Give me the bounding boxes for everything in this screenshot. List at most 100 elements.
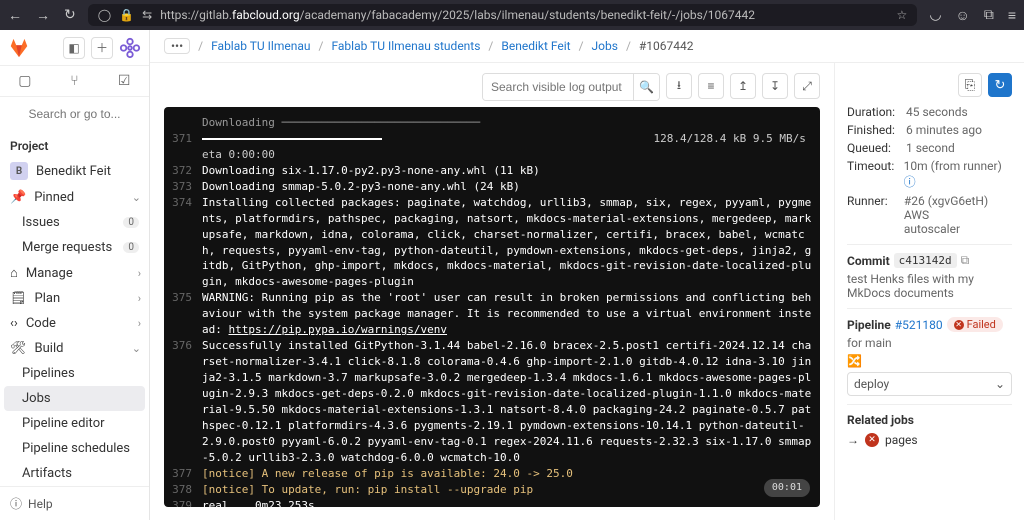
log-line: real 0m23.253s bbox=[202, 498, 820, 508]
section-duration-pill: 00:01 bbox=[764, 479, 810, 498]
rail-tab-todo-icon[interactable]: ☑ bbox=[99, 66, 149, 96]
menu-icon[interactable]: ≡ bbox=[1008, 7, 1016, 24]
nav-pipelines-label: Pipelines bbox=[22, 366, 75, 381]
pocket-icon[interactable]: ◡ bbox=[929, 7, 941, 24]
nav-back-icon[interactable]: ← bbox=[8, 7, 22, 24]
merge-train-icon: 🔀 bbox=[847, 354, 1012, 368]
gitlab-logo-icon[interactable] bbox=[8, 37, 30, 59]
chevron-right-icon: › bbox=[138, 267, 141, 280]
scroll-bottom-icon[interactable]: ↧ bbox=[762, 73, 788, 99]
runner-label: Runner: bbox=[847, 194, 900, 236]
log-search-input[interactable] bbox=[483, 74, 633, 100]
new-issue-icon[interactable]: ⎘ bbox=[958, 73, 982, 97]
nav-pipeline-editor[interactable]: Pipeline editor bbox=[0, 411, 149, 436]
nav-manage-label: Manage bbox=[26, 266, 73, 281]
commit-sha[interactable]: c413142d bbox=[894, 253, 957, 268]
pipeline-link[interactable]: #521180 bbox=[895, 318, 943, 332]
code-icon: ‹› bbox=[10, 316, 18, 331]
copy-icon[interactable]: ⧉ bbox=[961, 253, 970, 268]
nav-plan[interactable]: 🗒 Plan › bbox=[0, 286, 149, 311]
help-link[interactable]: ⓘHelp bbox=[0, 486, 149, 520]
timeout-value: 10m (from runner) ⓘ bbox=[904, 159, 1012, 190]
related-job-label: pages bbox=[885, 433, 918, 447]
chevron-right-icon: › bbox=[138, 292, 141, 305]
nav-pinned-label: Pinned bbox=[34, 190, 74, 205]
queued-value: 1 second bbox=[906, 141, 955, 155]
sidebar: ◧ ＋ ▢ ⑂ ☑ Project B Benedikt Feit 📌 Pinn… bbox=[0, 30, 150, 520]
section-project: Project bbox=[0, 131, 149, 157]
crumb-1[interactable]: Fablab TU Ilmenau bbox=[211, 39, 310, 53]
nav-pinned[interactable]: 📌 Pinned ⌄ bbox=[0, 185, 149, 210]
status-badge: ✕Failed bbox=[947, 317, 1003, 332]
log-line: Downloading smmap-5.0.2-py3-none-any.whl… bbox=[202, 179, 820, 195]
nav-mrs-label: Merge requests bbox=[22, 240, 112, 255]
search-icon[interactable]: 🔍 bbox=[633, 74, 659, 100]
crumb-3[interactable]: Benedikt Feit bbox=[501, 39, 570, 53]
pipeline-ref: for main bbox=[847, 336, 892, 350]
project-avatar: B bbox=[10, 162, 28, 180]
log-line: Installing collected packages: paginate,… bbox=[202, 195, 820, 291]
duration-label: Duration: bbox=[847, 105, 902, 119]
nav-manage[interactable]: ⌂Manage› bbox=[0, 260, 149, 286]
queued-label: Queued: bbox=[847, 141, 902, 155]
job-log[interactable]: Downloading ────────────────────────────… bbox=[164, 107, 820, 507]
nav-build[interactable]: 🛠 Build ⌄ bbox=[0, 336, 149, 361]
related-jobs-label: Related jobs bbox=[847, 413, 914, 427]
new-item-icon[interactable]: ＋ bbox=[91, 37, 113, 59]
browser-chrome: ← → ↻ ◯ 🔒 ⇆ https://gitlab.fabcloud.org/… bbox=[0, 0, 1024, 30]
project-link[interactable]: B Benedikt Feit bbox=[0, 157, 149, 185]
nav-build-label: Build bbox=[35, 341, 64, 356]
nav-pipeline-schedules[interactable]: Pipeline schedules bbox=[0, 436, 149, 461]
build-icon: 🛠 bbox=[10, 341, 27, 356]
sidebar-search-input[interactable] bbox=[6, 103, 143, 125]
arrow-right-icon: → bbox=[847, 433, 859, 447]
nav-plan-label: Plan bbox=[35, 291, 61, 306]
chevron-down-icon: ⌄ bbox=[132, 342, 141, 355]
extension-flower-icon[interactable] bbox=[119, 37, 141, 59]
runner-value: #26 (xgvG6etH) AWSautoscaler bbox=[904, 194, 1012, 236]
nav-merge-requests[interactable]: Merge requests 0 bbox=[0, 235, 149, 260]
nav-jobs-label: Jobs bbox=[22, 391, 51, 406]
sidebar-collapse-icon[interactable]: ◧ bbox=[63, 37, 85, 59]
crumb-2[interactable]: Fablab TU Ilmenau students bbox=[331, 39, 480, 53]
nav-issues[interactable]: Issues 0 bbox=[0, 210, 149, 235]
retry-icon[interactable]: ↻ bbox=[988, 73, 1012, 97]
rail-tab-project-icon[interactable]: ▢ bbox=[0, 66, 50, 96]
nav-jobs[interactable]: Jobs bbox=[4, 386, 145, 411]
commit-message: test Henks files with my MkDocs document… bbox=[847, 272, 1012, 300]
url-bar[interactable]: ◯ 🔒 ⇆ https://gitlab.fabcloud.org/academ… bbox=[88, 4, 918, 26]
log-line: [notice] To update, run: pip install --u… bbox=[202, 482, 820, 498]
nav-pe-label: Pipeline editor bbox=[22, 416, 105, 431]
help-icon: ⓘ bbox=[10, 495, 22, 512]
breadcrumb: •••/ Fablab TU Ilmenau/ Fablab TU Ilmena… bbox=[150, 30, 1024, 63]
bookmark-star-icon[interactable]: ☆ bbox=[897, 8, 908, 22]
scroll-top-icon[interactable]: ↥ bbox=[730, 73, 756, 99]
duration-value: 45 seconds bbox=[906, 105, 968, 119]
fullscreen-icon[interactable]: ⤢ bbox=[794, 73, 820, 99]
account-icon[interactable]: ☺ bbox=[956, 7, 970, 24]
url-path: /academany/fabacademy/2025/labs/ilmenau/… bbox=[300, 8, 755, 22]
nav-artifacts[interactable]: Artifacts bbox=[0, 461, 149, 486]
url-host: fabcloud.org bbox=[232, 8, 300, 22]
help-icon[interactable]: ⓘ bbox=[904, 175, 916, 189]
log-line: [notice] A new release of pip is availab… bbox=[202, 466, 820, 482]
crumb-4[interactable]: Jobs bbox=[592, 39, 618, 53]
rail-tab-merge-icon[interactable]: ⑂ bbox=[50, 66, 100, 96]
breadcrumb-more[interactable]: ••• bbox=[164, 38, 190, 54]
extensions-icon[interactable]: ⧉ bbox=[984, 7, 994, 24]
log-line: WARNING: Running pip as the 'root' user … bbox=[202, 290, 820, 338]
plan-icon: 🗒 bbox=[10, 291, 27, 306]
raw-icon[interactable]: ≡ bbox=[698, 73, 724, 99]
nav-code[interactable]: ‹›Code› bbox=[0, 311, 149, 336]
crumb-5: #1067442 bbox=[639, 39, 694, 53]
stage-select[interactable]: deploy⌄ bbox=[847, 372, 1012, 396]
chevron-down-icon: ⌄ bbox=[132, 191, 141, 204]
nav-fwd-icon[interactable]: → bbox=[36, 7, 50, 24]
finished-label: Finished: bbox=[847, 123, 902, 137]
nav-pipelines[interactable]: Pipelines bbox=[0, 361, 149, 386]
related-job-pages[interactable]: → ✕ pages bbox=[847, 433, 1012, 447]
download-raw-icon[interactable]: ⭳ bbox=[666, 73, 692, 99]
pipeline-label: Pipeline bbox=[847, 318, 891, 332]
nav-reload-icon[interactable]: ↻ bbox=[64, 7, 76, 24]
chevron-right-icon: › bbox=[138, 317, 141, 330]
